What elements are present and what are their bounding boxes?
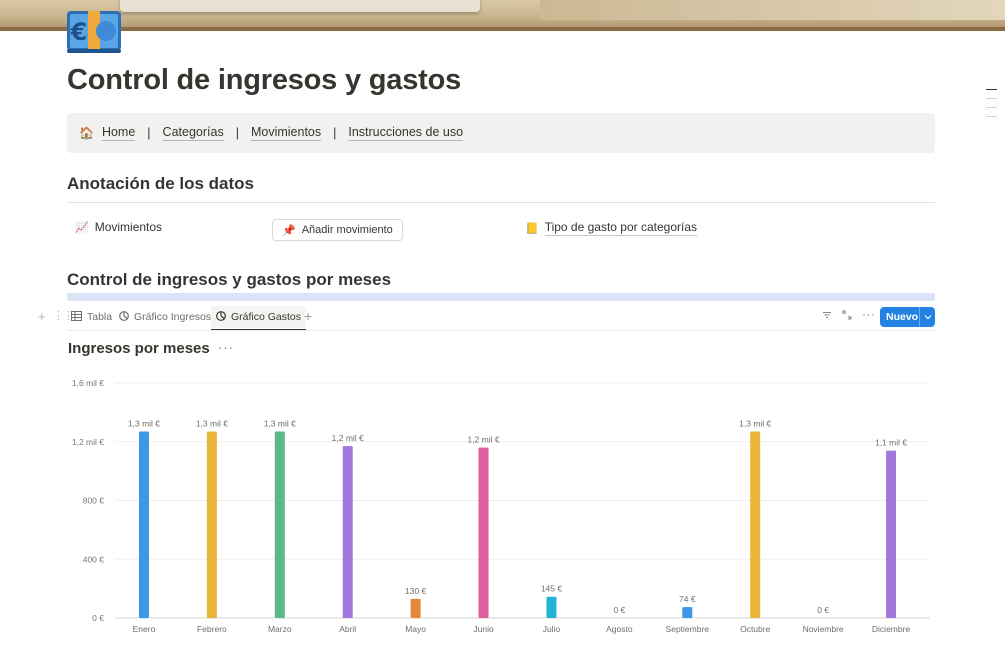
new-button-label: Nuevo bbox=[886, 311, 919, 323]
chart-bar bbox=[478, 447, 489, 618]
x-tick-label: Noviembre bbox=[803, 624, 844, 634]
x-tick-label: Agosto bbox=[606, 624, 633, 634]
nav-separator: | bbox=[235, 126, 239, 140]
add-block-icon[interactable]: + bbox=[38, 309, 46, 324]
x-tick-label: Febrero bbox=[197, 624, 227, 634]
data-label: 1,3 mil € bbox=[196, 418, 228, 428]
chart-bar bbox=[750, 431, 761, 618]
movimientos-link[interactable]: 📈 Movimientos bbox=[75, 220, 162, 234]
nav-link-movimientos[interactable]: Movimientos bbox=[250, 125, 322, 141]
x-tick-label: Marzo bbox=[268, 624, 292, 634]
x-tick-label: Julio bbox=[543, 624, 561, 634]
chart-bar bbox=[410, 598, 421, 618]
tab-tabla[interactable]: Tabla bbox=[66, 306, 117, 328]
navigation-callout: 🏠 Home | Categorías | Movimientos | Inst… bbox=[67, 113, 935, 153]
chart-bar bbox=[138, 431, 149, 618]
movimientos-label: Movimientos bbox=[94, 220, 163, 234]
cover-image bbox=[0, 0, 1005, 31]
cover-desk-shape bbox=[540, 0, 1005, 20]
data-label: 130 € bbox=[405, 586, 427, 596]
table-icon bbox=[71, 310, 82, 324]
toc-marker[interactable] bbox=[986, 107, 997, 108]
nav-link-instrucciones[interactable]: Instrucciones de uso bbox=[348, 125, 464, 141]
chart-bar bbox=[342, 446, 353, 618]
toc-marker[interactable] bbox=[986, 89, 997, 90]
section-heading-control: Control de ingresos y gastos por meses bbox=[67, 270, 392, 289]
euro-banknote-icon[interactable]: € bbox=[66, 9, 122, 55]
page-title: Control de ingresos y gastos bbox=[67, 64, 462, 96]
more-options-icon[interactable]: ··· bbox=[862, 307, 876, 321]
tab-grafico-ingresos[interactable]: Gráfico Ingresos bbox=[114, 306, 216, 328]
tab-label: Gráfico Ingresos bbox=[134, 311, 212, 323]
bar-chart: 0 € 400 € 800 € 1,2 mil € 1,6 mil € 1,3 mil €… bbox=[72, 378, 930, 634]
expand-icon[interactable] bbox=[842, 309, 852, 323]
toc-marker[interactable] bbox=[986, 98, 997, 99]
pie-chart-icon bbox=[216, 310, 226, 324]
data-label: 1,3 mil € bbox=[739, 418, 771, 428]
pie-chart-icon bbox=[119, 310, 129, 324]
svg-text:€: € bbox=[70, 18, 88, 46]
data-label: 1,1 mil € bbox=[875, 438, 907, 448]
highlight-bar bbox=[67, 293, 935, 301]
x-tick-label: Mayo bbox=[405, 624, 426, 634]
ledger-icon: 📒 bbox=[525, 222, 539, 235]
y-tick-label: 800 € bbox=[83, 496, 105, 506]
toc-marker[interactable] bbox=[986, 116, 997, 117]
section-heading-anotacion: Anotación de los datos bbox=[67, 174, 255, 193]
data-label: 1,2 mil € bbox=[467, 435, 499, 445]
chart-bar bbox=[886, 450, 897, 618]
section-divider bbox=[67, 202, 935, 203]
data-label: 1,3 mil € bbox=[264, 418, 296, 428]
x-tick-label: Octubre bbox=[740, 624, 771, 634]
y-tick-label: 0 € bbox=[92, 613, 104, 623]
nav-separator: | bbox=[147, 126, 151, 140]
data-label: 1,2 mil € bbox=[332, 433, 364, 443]
nav-link-home[interactable]: Home bbox=[101, 125, 136, 141]
chart-increasing-icon: 📈 bbox=[75, 221, 89, 234]
x-tick-label: Enero bbox=[133, 624, 156, 634]
tipo-gasto-label: Tipo de gasto por categorías bbox=[544, 220, 698, 236]
data-label: 0 € bbox=[613, 605, 625, 615]
house-icon: 🏠 bbox=[79, 126, 94, 140]
add-movement-button[interactable]: 📌 Añadir movimiento bbox=[272, 219, 403, 241]
nav-link-categorias[interactable]: Categorías bbox=[162, 125, 224, 141]
chart-bar bbox=[682, 607, 693, 618]
chart-title: Ingresos por meses bbox=[68, 340, 210, 357]
x-tick-label: Abril bbox=[339, 624, 356, 634]
x-tick-label: Diciembre bbox=[872, 624, 911, 634]
data-label: 145 € bbox=[541, 584, 563, 594]
x-tick-label: Junio bbox=[473, 624, 494, 634]
add-view-icon[interactable]: + bbox=[304, 308, 312, 324]
nav-separator: | bbox=[333, 126, 337, 140]
chart-bar bbox=[546, 596, 557, 618]
view-divider bbox=[67, 330, 935, 331]
tab-grafico-gastos[interactable]: Gráfico Gastos bbox=[211, 306, 307, 331]
tab-label: Tabla bbox=[87, 311, 113, 323]
database-view-bar: + ⋮⋮ Tabla Gráfico Ingresos Gráfico Gast… bbox=[36, 306, 935, 331]
cover-paper-shape bbox=[120, 0, 480, 12]
tipo-gasto-link[interactable]: 📒 Tipo de gasto por categorías bbox=[525, 220, 698, 236]
filter-icon[interactable] bbox=[822, 309, 832, 323]
y-tick-label: 400 € bbox=[83, 554, 105, 564]
chart-bar bbox=[206, 431, 217, 618]
chevron-down-icon[interactable] bbox=[919, 307, 935, 327]
data-label: 0 € bbox=[817, 605, 829, 615]
new-button[interactable]: Nuevo bbox=[880, 307, 935, 327]
y-tick-label: 1,6 mil € bbox=[72, 378, 104, 388]
y-tick-label: 1,2 mil € bbox=[72, 437, 104, 447]
x-tick-label: Septiembre bbox=[666, 624, 710, 634]
data-label: 74 € bbox=[679, 594, 696, 604]
data-label: 1,3 mil € bbox=[128, 418, 160, 428]
tab-label: Gráfico Gastos bbox=[231, 311, 302, 323]
pushpin-icon: 📌 bbox=[282, 224, 296, 237]
add-movement-label: Añadir movimiento bbox=[301, 224, 393, 236]
cover-edge bbox=[0, 27, 1005, 31]
chart-bar bbox=[274, 431, 285, 618]
chart-more-icon[interactable]: ··· bbox=[218, 340, 234, 355]
